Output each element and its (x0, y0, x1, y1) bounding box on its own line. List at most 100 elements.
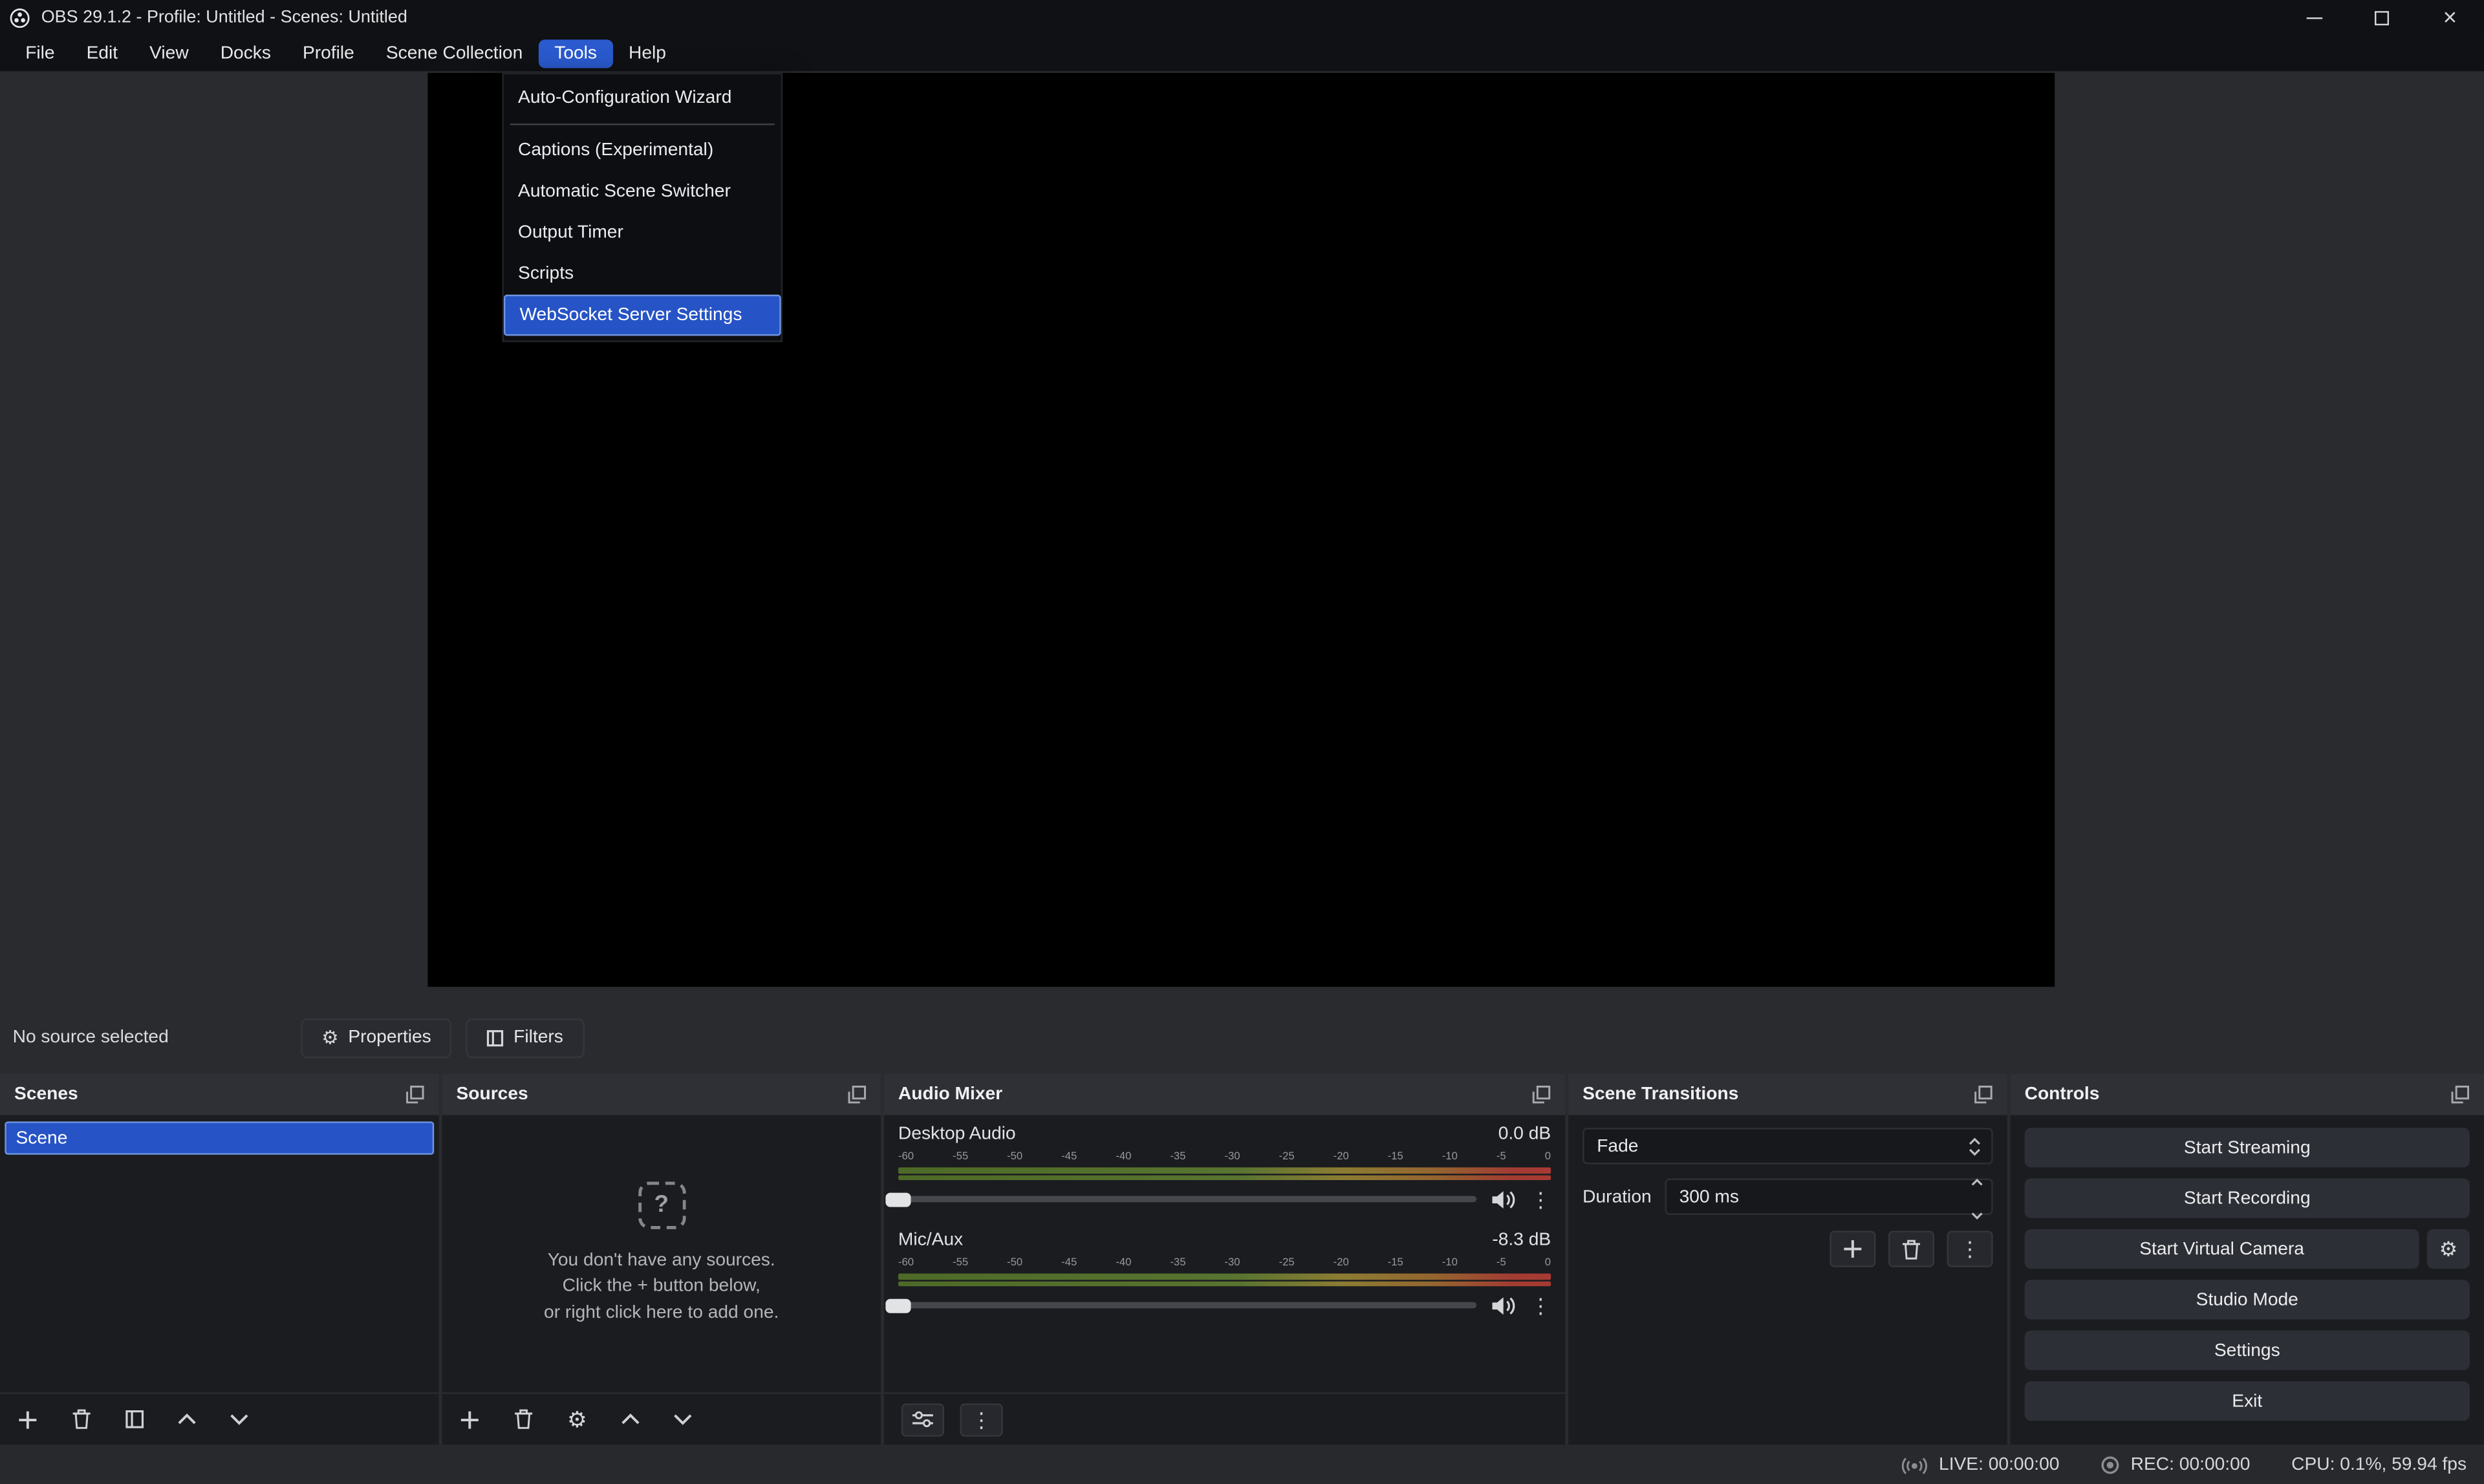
scene-filters-button[interactable] (125, 1410, 144, 1428)
slider-handle[interactable] (885, 1298, 911, 1312)
start-virtual-camera-button[interactable]: Start Virtual Camera (2025, 1229, 2419, 1269)
scenes-panel-title: Scenes (14, 1085, 78, 1104)
menu-item-scripts[interactable]: Scripts (504, 253, 781, 295)
channel-options-button[interactable]: ⋮ (1530, 1295, 1551, 1316)
spin-down-icon[interactable] (1971, 1199, 1983, 1227)
menu-docks[interactable]: Docks (204, 39, 286, 67)
meter-tick: 0 (1545, 1152, 1551, 1166)
menu-scene-collection[interactable]: Scene Collection (370, 39, 538, 67)
transitions-panel-header: Scene Transitions (1568, 1074, 2007, 1115)
volume-slider[interactable] (898, 1293, 1476, 1318)
meter-tick: -15 (1388, 1152, 1403, 1166)
mixer-channel-desktop-audio: Desktop Audio 0.0 dB -60-55-50-45-40-35-… (898, 1124, 1551, 1212)
meter-tick: -35 (1170, 1258, 1185, 1272)
close-button[interactable]: × (2416, 0, 2484, 35)
meter-tick: -55 (953, 1152, 968, 1166)
move-scene-down-button[interactable] (230, 1413, 248, 1426)
question-icon: ? (638, 1181, 685, 1229)
move-scene-up-button[interactable] (177, 1413, 196, 1426)
meter-tick: -60 (898, 1258, 914, 1272)
meter-tick: -25 (1279, 1152, 1295, 1166)
minimize-button[interactable] (2280, 0, 2348, 35)
duration-spinbox[interactable]: 300 ms (1665, 1179, 1993, 1215)
sources-empty-line: or right click here to add one. (544, 1300, 779, 1326)
mixer-options-button[interactable]: ⋮ (960, 1403, 1002, 1436)
add-transition-button[interactable] (1830, 1231, 1875, 1267)
menu-view[interactable]: View (134, 39, 205, 67)
advanced-audio-properties-button[interactable] (902, 1403, 944, 1436)
add-source-button[interactable] (459, 1409, 480, 1430)
menu-bar: File Edit View Docks Profile Scene Colle… (0, 35, 2484, 71)
menu-item-output-timer[interactable]: Output Timer (504, 212, 781, 253)
popout-icon[interactable] (405, 1085, 424, 1104)
move-source-up-button[interactable] (620, 1413, 639, 1426)
status-bar: LIVE: 00:00:00 REC: 00:00:00 CPU: 0.1%, … (0, 1445, 2484, 1484)
popout-icon[interactable] (848, 1085, 867, 1104)
menu-separator (510, 124, 775, 125)
meter-tick: -30 (1224, 1258, 1240, 1272)
sources-panel-header: Sources (442, 1074, 881, 1115)
filters-button-label: Filters (513, 1028, 563, 1047)
remove-source-button[interactable] (513, 1408, 534, 1430)
menu-item-automatic-scene-switcher[interactable]: Automatic Scene Switcher (504, 171, 781, 213)
menu-help[interactable]: Help (613, 39, 682, 67)
meter-scale: -60-55-50-45-40-35-30-25-20-15-10-50 (898, 1152, 1551, 1166)
meter-tick: -40 (1116, 1258, 1131, 1272)
meter-tick: -40 (1116, 1152, 1131, 1166)
maximize-icon (2375, 10, 2389, 25)
close-icon: × (2443, 6, 2457, 30)
start-recording-button[interactable]: Start Recording (2025, 1179, 2470, 1218)
menu-edit[interactable]: Edit (70, 39, 134, 67)
scenes-panel: Scenes Scene (0, 1074, 439, 1445)
channel-level: 0.0 dB (1498, 1124, 1551, 1148)
meter-tick: -10 (1442, 1152, 1458, 1166)
properties-button[interactable]: ⚙ Properties (301, 1018, 451, 1057)
popout-icon[interactable] (1532, 1085, 1551, 1104)
menu-item-auto-configuration-wizard[interactable]: Auto-Configuration Wizard (504, 78, 781, 119)
maximize-button[interactable] (2348, 0, 2415, 35)
scene-transitions-panel: Scene Transitions Fade Duration 300 ms (1568, 1074, 2007, 1445)
settings-button[interactable]: Settings (2025, 1331, 2470, 1370)
filters-button[interactable]: Filters (466, 1018, 584, 1057)
live-status: LIVE: 00:00:00 (1901, 1454, 2059, 1475)
sources-list[interactable]: ? You don't have any sources. Click the … (442, 1115, 881, 1393)
spin-up-icon[interactable] (1971, 1166, 1983, 1194)
meter-tick: -5 (1496, 1258, 1506, 1272)
audio-meter (898, 1273, 1551, 1279)
virtual-camera-settings-button[interactable]: ⚙ (2427, 1229, 2470, 1269)
volume-slider[interactable] (898, 1187, 1476, 1212)
audio-mixer-body: Desktop Audio 0.0 dB -60-55-50-45-40-35-… (884, 1115, 1565, 1393)
transition-options-button[interactable]: ⋮ (1947, 1231, 1993, 1267)
exit-button[interactable]: Exit (2025, 1381, 2470, 1421)
controls-panel-header: Controls (2011, 1074, 2484, 1115)
popout-icon[interactable] (2451, 1085, 2470, 1104)
source-properties-button[interactable]: ⚙ (567, 1408, 587, 1430)
add-scene-button[interactable] (17, 1409, 38, 1430)
sources-empty-line: You don't have any sources. (548, 1248, 775, 1274)
scene-list-item[interactable]: Scene (5, 1121, 434, 1154)
remove-scene-button[interactable] (71, 1408, 92, 1430)
meter-tick: 0 (1545, 1258, 1551, 1272)
sources-panel: Sources ? You don't have any sources. Cl… (442, 1074, 881, 1445)
cpu-stats: CPU: 0.1%, 59.94 fps (2291, 1455, 2467, 1474)
menu-item-websocket-server-settings[interactable]: WebSocket Server Settings (504, 295, 781, 336)
transition-select[interactable]: Fade (1582, 1128, 1993, 1164)
meter-tick: -5 (1496, 1152, 1506, 1166)
sources-toolbar: ⚙ (442, 1392, 881, 1445)
menu-profile[interactable]: Profile (286, 39, 370, 67)
mute-button[interactable] (1491, 1295, 1516, 1316)
channel-options-button[interactable]: ⋮ (1530, 1188, 1551, 1209)
studio-mode-button[interactable]: Studio Mode (2025, 1280, 2470, 1319)
mute-button[interactable] (1491, 1188, 1516, 1209)
menu-item-captions[interactable]: Captions (Experimental) (504, 130, 781, 171)
start-streaming-button[interactable]: Start Streaming (2025, 1128, 2470, 1167)
channel-name: Mic/Aux (898, 1231, 963, 1254)
popout-icon[interactable] (1974, 1085, 1993, 1104)
meter-tick: -35 (1170, 1152, 1185, 1166)
move-source-down-button[interactable] (673, 1413, 691, 1426)
slider-handle[interactable] (885, 1192, 911, 1206)
remove-transition-button[interactable] (1888, 1231, 1934, 1267)
menu-tools[interactable]: Tools (539, 39, 613, 67)
menu-file[interactable]: File (10, 39, 70, 67)
transitions-body: Fade Duration 300 ms (1568, 1115, 2007, 1445)
